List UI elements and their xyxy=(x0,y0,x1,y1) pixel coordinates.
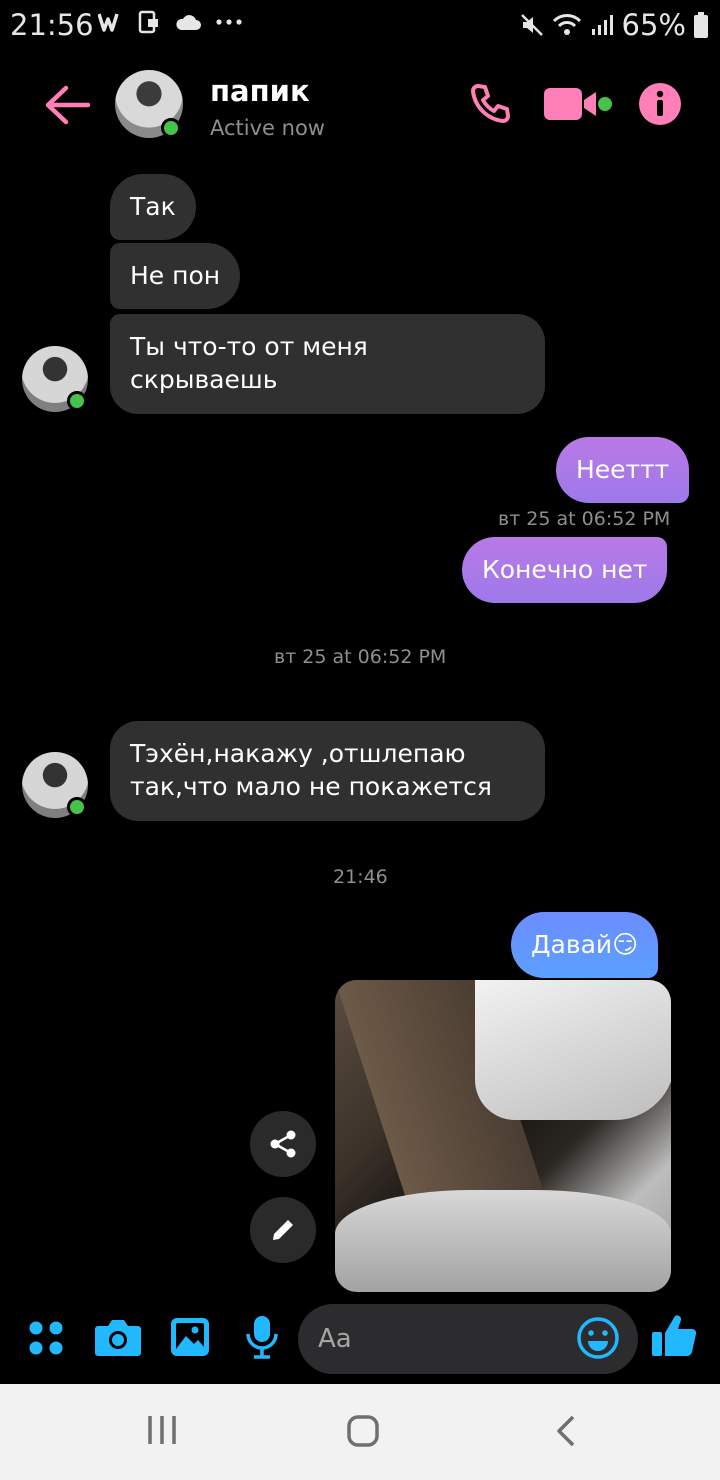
back-nav-icon[interactable] xyxy=(554,1414,578,1448)
thumbs-up-icon[interactable] xyxy=(650,1312,698,1360)
contact-status: Active now xyxy=(210,116,325,140)
signal-icon xyxy=(591,15,613,35)
recent-apps-icon[interactable] xyxy=(146,1414,178,1446)
date-separator: 21:46 xyxy=(333,866,388,888)
incoming-message[interactable]: Ты что-то от меня скрываешь xyxy=(110,314,545,414)
w-app-icon xyxy=(98,13,119,32)
home-icon[interactable] xyxy=(346,1414,380,1448)
incoming-message[interactable]: Так xyxy=(110,174,196,240)
online-indicator xyxy=(161,118,181,138)
back-arrow-icon[interactable] xyxy=(44,84,90,126)
camera-icon[interactable] xyxy=(94,1316,142,1358)
share-button[interactable] xyxy=(250,1111,316,1177)
message-timestamp: вт 25 at 06:52 PM xyxy=(498,508,671,530)
date-separator: вт 25 at 06:52 PM xyxy=(274,646,447,668)
edit-button[interactable] xyxy=(250,1197,316,1263)
contact-name[interactable]: папик xyxy=(210,74,310,108)
more-dots-icon xyxy=(216,19,242,25)
microphone-icon[interactable] xyxy=(244,1314,280,1360)
screenshot-icon xyxy=(138,10,158,34)
photo-attachment[interactable] xyxy=(335,980,671,1292)
share-icon xyxy=(270,1130,296,1158)
battery-icon xyxy=(694,12,708,38)
status-bar: 21:56 65% xyxy=(0,0,720,50)
online-indicator xyxy=(67,391,87,411)
cloud-icon xyxy=(176,15,201,30)
online-indicator xyxy=(67,797,87,817)
composer-bar: Aa xyxy=(0,1300,720,1384)
message-placeholder: Aa xyxy=(318,1324,352,1354)
message-input[interactable]: Aa xyxy=(298,1304,638,1374)
video-call-icon[interactable] xyxy=(544,86,614,122)
outgoing-message[interactable]: Конечно нет xyxy=(462,537,668,603)
outgoing-message[interactable]: Давай😏 xyxy=(511,912,659,978)
info-icon[interactable] xyxy=(638,82,682,126)
gallery-icon[interactable] xyxy=(169,1316,211,1358)
mute-icon xyxy=(520,14,543,36)
outgoing-message[interactable]: Нееттт xyxy=(556,437,690,503)
emoji-icon[interactable] xyxy=(576,1316,620,1360)
wifi-icon xyxy=(552,14,581,35)
apps-grid-icon[interactable] xyxy=(28,1320,64,1356)
phone-call-icon[interactable] xyxy=(468,82,512,126)
status-time: 21:56 xyxy=(10,8,94,42)
incoming-message[interactable]: Не пон xyxy=(110,243,241,309)
incoming-message[interactable]: Тэхён,накажу ,отшлепаю так,что мало не п… xyxy=(110,721,545,821)
battery-percent: 65% xyxy=(621,8,686,42)
pencil-icon xyxy=(273,1220,293,1240)
chat-header: папик Active now xyxy=(0,60,720,150)
system-nav-bar xyxy=(0,1384,720,1480)
